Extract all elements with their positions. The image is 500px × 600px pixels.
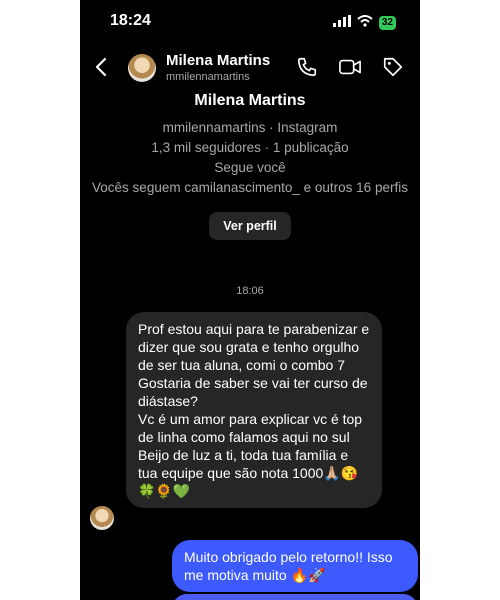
battery-indicator: 32: [378, 16, 396, 30]
message-timestamp: 18:06: [236, 285, 264, 297]
outgoing-message[interactable]: Muito obrigado pelo retorno!! Isso me mo…: [172, 540, 418, 592]
incoming-paragraph: Beijo de luz a ti, toda tua família e tu…: [138, 447, 359, 499]
video-call-button[interactable]: [338, 56, 362, 83]
header-actions: [296, 56, 404, 83]
incoming-paragraph: Vc é um amor para explicar vc é top de l…: [138, 411, 363, 445]
phone-screen: 18:24 32 Milena Martins mmilennamartins …: [80, 0, 420, 600]
chevron-left-icon: [95, 57, 107, 77]
profile-name: Milena Martins: [194, 92, 306, 109]
incoming-paragraph: Gostaria de saber se vai ter curso de di…: [138, 375, 368, 409]
incoming-paragraph: Prof estou aqui para te parabenizar e di…: [138, 321, 370, 373]
status-time: 18:24: [110, 12, 151, 29]
header-username[interactable]: mmilennamartins: [166, 71, 250, 83]
tag-button[interactable]: [382, 56, 404, 83]
incoming-message[interactable]: Prof estou aqui para te parabenizar e di…: [126, 312, 382, 508]
profile-card: Milena Martins mmilennamartins · Instagr…: [80, 92, 420, 240]
profile-handle: mmilennamartins · Instagram: [162, 120, 338, 135]
outgoing-message-partial[interactable]: [172, 594, 418, 600]
tag-icon: [383, 57, 403, 77]
profile-stats: 1,3 mil seguidores · 1 publicação: [151, 140, 349, 155]
chat-header: Milena Martins mmilennamartins: [80, 50, 420, 86]
call-button[interactable]: [296, 56, 318, 83]
header-name[interactable]: Milena Martins: [166, 52, 270, 69]
back-button[interactable]: [94, 56, 108, 83]
profile-follows-you: Segue você: [214, 160, 286, 175]
outgoing-text: Muito obrigado pelo retorno!! Isso me mo…: [184, 549, 393, 583]
signal-icon: [332, 14, 351, 32]
status-bar: 18:24 32: [80, 10, 420, 34]
sender-avatar[interactable]: [90, 506, 114, 530]
wifi-icon: [357, 14, 373, 32]
phone-icon: [297, 57, 317, 77]
video-icon: [339, 59, 361, 75]
profile-mutuals: Vocês seguem camilanascimento_ e outros …: [92, 180, 408, 195]
view-profile-button[interactable]: Ver perfil: [209, 212, 291, 240]
status-indicators: 32: [332, 14, 396, 32]
header-avatar[interactable]: [128, 54, 156, 82]
